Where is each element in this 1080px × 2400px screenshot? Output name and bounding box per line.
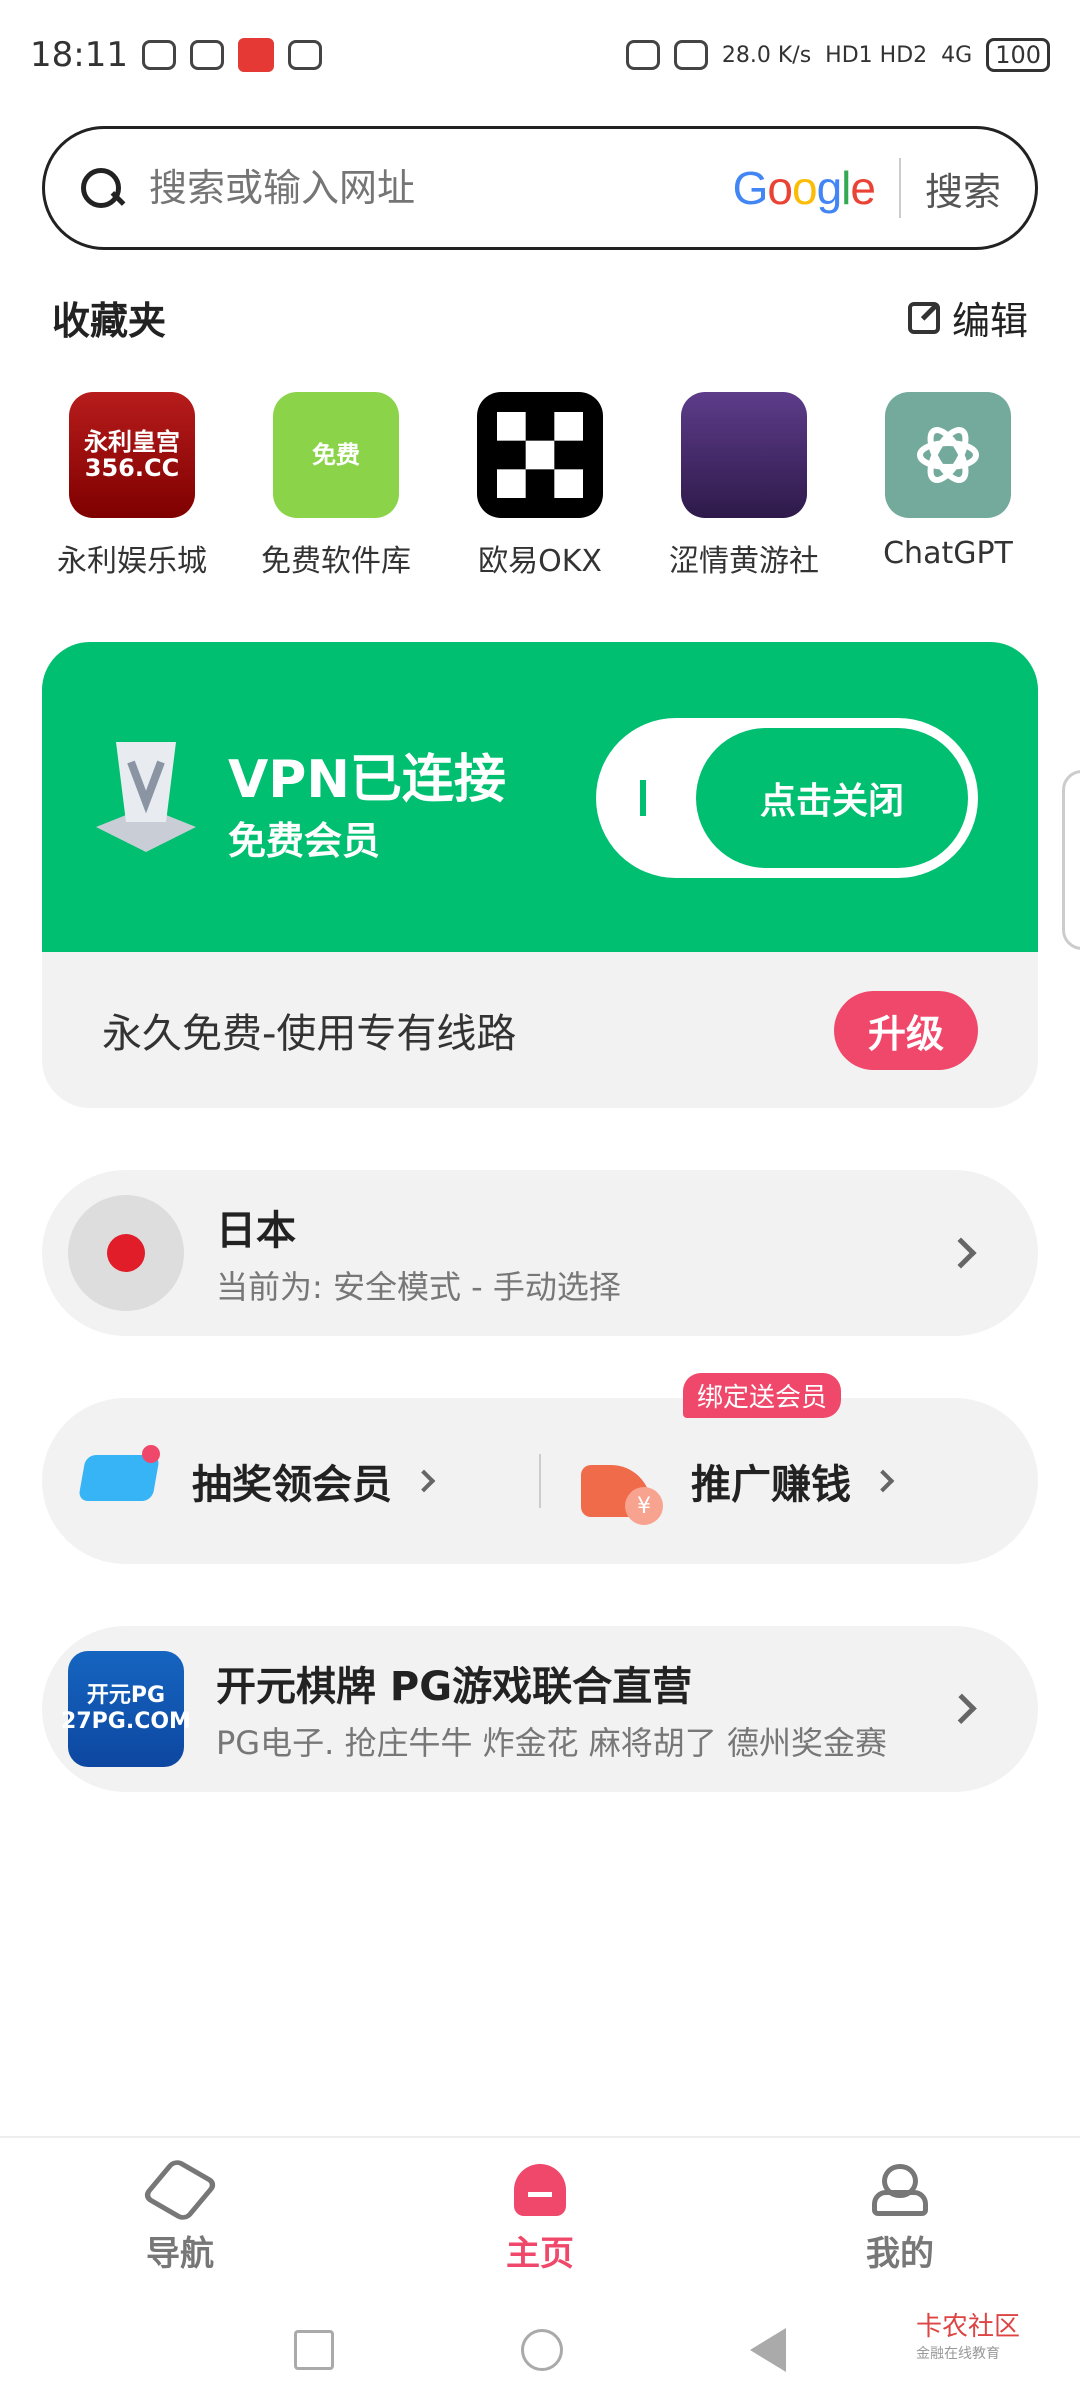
chevron-right-icon bbox=[945, 1237, 977, 1269]
favorite-label: 涩情黄游社 bbox=[669, 544, 819, 579]
vpn-disconnect-button[interactable]: 点击关闭 bbox=[696, 728, 968, 868]
status-bar: 18:11 28.0 K/s HD1 HD2 4G 100 bbox=[0, 0, 1080, 110]
gallery-icon bbox=[287, 40, 322, 70]
ad-title: 开元棋牌 PG游戏联合直营 bbox=[216, 1664, 693, 1710]
status-time: 18:11 bbox=[30, 35, 128, 75]
search-input[interactable] bbox=[149, 166, 689, 210]
ad-banner[interactable]: 开元PG 27PG.COM 开元棋牌 PG游戏联合直营 PG电子. 抢庄牛牛 炸… bbox=[42, 1626, 1038, 1792]
tab-navigation[interactable]: 导航 bbox=[80, 2156, 280, 2275]
tab-home[interactable]: 主页 bbox=[440, 2163, 640, 2275]
cube-icon bbox=[140, 2156, 220, 2223]
person-icon bbox=[872, 2163, 928, 2216]
japan-flag-icon bbox=[68, 1195, 184, 1311]
divider bbox=[898, 158, 901, 218]
edit-button[interactable]: 编辑 bbox=[907, 290, 1028, 345]
favorite-item-game-club[interactable]: 涩情黄游社 bbox=[654, 392, 834, 580]
favorites-title: 收藏夹 bbox=[52, 299, 167, 343]
hd-indicator: HD1 HD2 bbox=[825, 42, 928, 68]
favorite-label: 永利娱乐城 bbox=[57, 544, 207, 579]
search-bar[interactable]: Google 搜索 bbox=[42, 126, 1038, 250]
bottom-nav: 导航 主页 我的 bbox=[0, 2136, 1080, 2300]
share-badge: 绑定送会员 bbox=[683, 1373, 842, 1418]
vpn-toggle[interactable]: 点击关闭 bbox=[596, 718, 978, 878]
chevron-right-icon bbox=[871, 1469, 895, 1493]
home-icon bbox=[514, 2163, 566, 2216]
share-earn-label: 推广赚钱 bbox=[691, 1462, 851, 1508]
okx-app-icon bbox=[477, 392, 603, 518]
alarm-icon bbox=[625, 40, 660, 70]
edit-icon bbox=[907, 301, 940, 334]
watermark: 卡农社区 金融在线教育 bbox=[916, 2306, 1020, 2363]
favorites-list: 永利皇宫 356.CC 永利娱乐城 免费 免费软件库 欧易OKX 涩情黄游社 C… bbox=[42, 392, 1038, 580]
message-icon bbox=[189, 40, 224, 70]
battery-indicator: 100 bbox=[986, 38, 1050, 72]
tab-label: 我的 bbox=[866, 2233, 934, 2274]
tab-label: 主页 bbox=[506, 2233, 574, 2274]
back-button[interactable] bbox=[750, 2328, 787, 2372]
vpn-status-panel: VPN已连接 免费会员 点击关闭 bbox=[42, 642, 1038, 952]
recents-button[interactable] bbox=[293, 2330, 334, 2370]
vpn-card: VPN已连接 免费会员 点击关闭 永久免费-使用专有线路 升级 bbox=[42, 642, 1038, 1108]
signal-indicator: 4G bbox=[941, 42, 973, 68]
net-speed: 28.0 K/s bbox=[721, 42, 812, 68]
share-earn-button[interactable]: ¥ 推广赚钱 绑定送会员 bbox=[541, 1373, 1038, 1525]
app-notification-icon bbox=[237, 38, 274, 72]
edit-label: 编辑 bbox=[951, 299, 1028, 343]
yongli-app-icon: 永利皇宫 356.CC bbox=[69, 392, 195, 518]
ad-subtitle: PG电子. 抢庄牛牛 炸金花 麻将胡了 德州奖金赛 bbox=[216, 1724, 887, 1762]
kaiyuan-app-icon: 开元PG 27PG.COM bbox=[61, 1651, 191, 1767]
chevron-right-icon bbox=[412, 1469, 436, 1493]
google-logo[interactable]: Google bbox=[733, 161, 876, 215]
favorite-label: 欧易OKX bbox=[478, 544, 602, 579]
home-button[interactable] bbox=[520, 2329, 563, 2371]
favorite-item-chatgpt[interactable]: ChatGPT bbox=[858, 392, 1038, 580]
tab-profile[interactable]: 我的 bbox=[800, 2163, 1000, 2275]
favorite-item-okx[interactable]: 欧易OKX bbox=[450, 392, 630, 580]
upgrade-button[interactable]: 升级 bbox=[833, 990, 978, 1070]
search-button[interactable]: 搜索 bbox=[925, 161, 1001, 216]
vpn-shield-icon bbox=[86, 732, 236, 862]
free-software-app-icon: 免费 bbox=[273, 392, 399, 518]
server-country: 日本 bbox=[216, 1208, 296, 1254]
favorite-label: ChatGPT bbox=[883, 536, 1013, 571]
vpn-plan-text: 永久免费-使用专有线路 bbox=[102, 1011, 517, 1057]
lottery-icon bbox=[77, 1445, 168, 1517]
side-drawer-handle[interactable] bbox=[1062, 770, 1080, 950]
lottery-button[interactable]: 抽奖领会员 bbox=[42, 1445, 539, 1517]
vpn-plan-row: 永久免费-使用专有线路 升级 bbox=[42, 952, 1038, 1108]
vpn-member-level: 免费会员 bbox=[228, 819, 381, 863]
tab-label: 导航 bbox=[146, 2233, 214, 2274]
game-club-app-icon bbox=[681, 392, 807, 518]
server-mode: 当前为: 安全模式 - 手动选择 bbox=[216, 1268, 621, 1306]
favorite-item-yongli[interactable]: 永利皇宫 356.CC 永利娱乐城 bbox=[42, 392, 222, 580]
watermark-text: 卡农社区 bbox=[915, 2312, 1020, 2342]
share-earn-icon: ¥ bbox=[581, 1443, 667, 1525]
vpn-status-title: VPN已连接 bbox=[228, 750, 506, 810]
lottery-label: 抽奖领会员 bbox=[192, 1462, 392, 1508]
favorite-item-free-software[interactable]: 免费 免费软件库 bbox=[246, 392, 426, 580]
promo-row: 抽奖领会员 ¥ 推广赚钱 绑定送会员 bbox=[42, 1373, 1038, 1564]
toggle-on-indicator bbox=[640, 780, 646, 816]
vibrate-icon bbox=[673, 40, 708, 70]
search-icon bbox=[79, 166, 123, 210]
server-selector[interactable]: 日本 当前为: 安全模式 - 手动选择 bbox=[42, 1170, 1038, 1336]
watermark-subtext: 金融在线教育 bbox=[915, 2346, 1000, 2362]
wechat-icon bbox=[141, 40, 176, 70]
chatgpt-app-icon bbox=[885, 392, 1011, 518]
favorite-label: 免费软件库 bbox=[261, 544, 411, 579]
